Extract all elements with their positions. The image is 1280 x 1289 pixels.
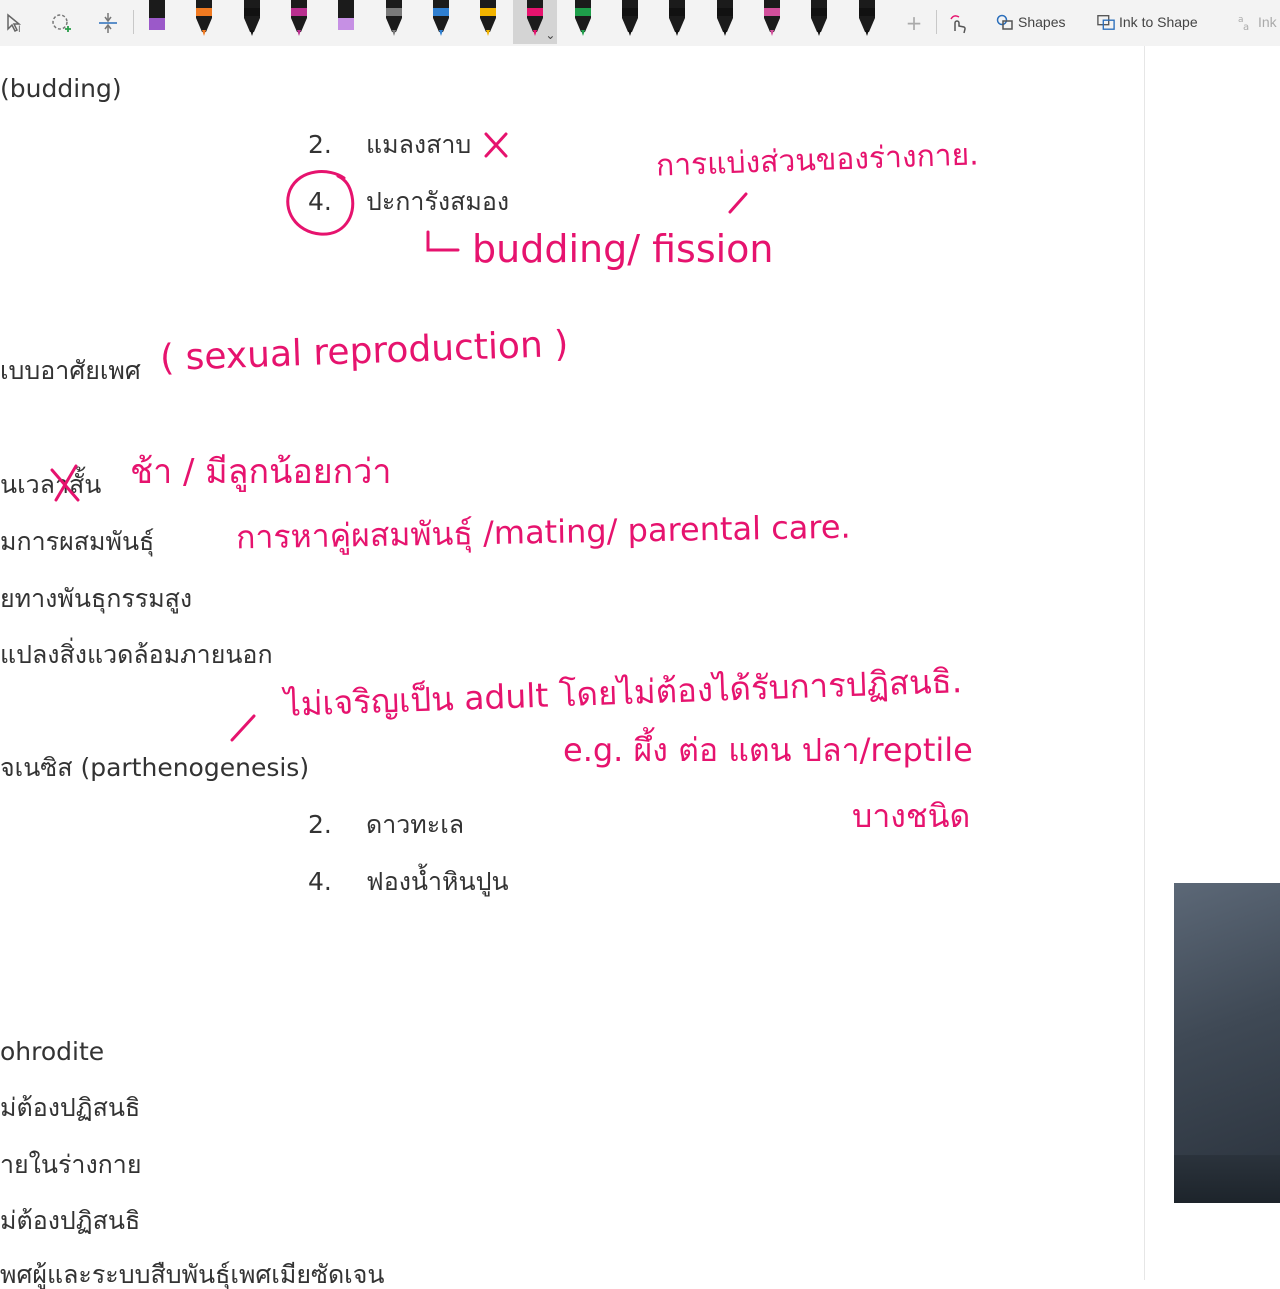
ink-to-shape-icon xyxy=(1097,13,1115,31)
option-text: ดาวทะเล xyxy=(366,810,465,839)
svg-text:I: I xyxy=(18,25,21,34)
text-line: ายในร่างกาย xyxy=(0,1150,142,1179)
pen-icon[interactable] xyxy=(383,0,405,38)
ink-note: budding/ fission xyxy=(472,227,774,271)
insert-space-icon[interactable] xyxy=(95,10,121,36)
pen-icon[interactable] xyxy=(288,0,310,38)
option-number: 2. xyxy=(308,810,332,839)
toolbar-separator xyxy=(133,10,134,34)
option-number: 2. xyxy=(308,130,332,159)
toolbar-separator xyxy=(936,10,937,34)
ink-to-text-button[interactable]: aa Ink xyxy=(1236,10,1277,34)
pen-icon[interactable] xyxy=(477,0,499,38)
highlighter-icon[interactable] xyxy=(146,0,168,38)
text-line: ม่ต้องปฏิสนธิ xyxy=(0,1206,141,1235)
ink-to-shape-button[interactable]: Ink to Shape xyxy=(1097,10,1198,34)
pen-icon[interactable]: ⌄ xyxy=(513,0,558,44)
shapes-button[interactable]: Shapes xyxy=(996,10,1065,34)
pen-icon[interactable] xyxy=(666,0,688,38)
video-thumbnail[interactable] xyxy=(1174,883,1280,1203)
text-line: พศผู้และระบบสืบพันธุ์เพศเมียซัดเจน xyxy=(0,1260,385,1289)
shapes-icon xyxy=(996,13,1014,31)
drawing-toolbar: I ⌄ + Shapes Ink to Shape aa Ink xyxy=(0,0,1280,47)
ink-to-shape-label: Ink to Shape xyxy=(1119,14,1198,30)
ink-to-text-label: Ink xyxy=(1258,14,1277,30)
pen-icon[interactable] xyxy=(572,0,594,38)
option-text: แมลงสาบ xyxy=(366,130,472,159)
pen-icon[interactable] xyxy=(808,0,830,38)
ink-note: การหาคู่ผสมพันธุ์ /mating/ parental care… xyxy=(235,507,851,557)
shapes-label: Shapes xyxy=(1018,14,1066,30)
pen-icon[interactable] xyxy=(761,0,783,38)
text-parthenogenesis: จเนซิส (parthenogenesis) xyxy=(0,753,310,782)
option-number: 4. xyxy=(308,867,332,896)
option-text: ฟองน้ำหินปูน xyxy=(366,867,509,896)
video-floor xyxy=(1174,1155,1280,1203)
option-text: ปะการังสมอง xyxy=(366,187,510,216)
chevron-down-icon[interactable]: ⌄ xyxy=(545,28,555,42)
text-line: มการผสมพันธุ์ xyxy=(0,527,155,556)
svg-text:a: a xyxy=(1243,22,1249,31)
text-line: แปลงสิ่งแวดล้อมภายนอก xyxy=(0,640,273,669)
text-budding: (budding) xyxy=(0,74,122,103)
ink-to-text-icon: aa xyxy=(1236,13,1254,31)
pen-icon[interactable] xyxy=(241,0,263,38)
text-hermaphrodite: ohrodite xyxy=(0,1037,105,1066)
pen-icon[interactable] xyxy=(619,0,641,38)
option-number: 4. xyxy=(308,187,332,216)
text-line: ม่ต้องปฏิสนธิ xyxy=(0,1093,141,1122)
pen-icon[interactable] xyxy=(193,0,215,38)
pen-icon[interactable] xyxy=(714,0,736,38)
lasso-select-icon[interactable]: I xyxy=(2,10,28,36)
text-sexual: เบบอาศัยเพศ xyxy=(0,356,141,385)
text-line: นเวลาสั้น xyxy=(0,470,102,499)
text-line: ยทางพันธุกรรมสูง xyxy=(0,584,193,613)
touch-draw-icon[interactable] xyxy=(946,10,972,36)
ink-note: บางชนิด xyxy=(852,797,971,835)
lasso-add-icon[interactable] xyxy=(48,10,74,36)
highlighter-icon[interactable] xyxy=(335,0,357,38)
pen-icon[interactable] xyxy=(430,0,452,38)
add-pen-icon[interactable]: + xyxy=(901,10,927,36)
ink-note: e.g. ผึ้ง ต่อ แตน ปลา/reptile xyxy=(563,731,973,769)
ink-note: ช้า / มีลูกน้อยกว่า xyxy=(130,452,392,492)
pen-icon[interactable] xyxy=(856,0,878,38)
